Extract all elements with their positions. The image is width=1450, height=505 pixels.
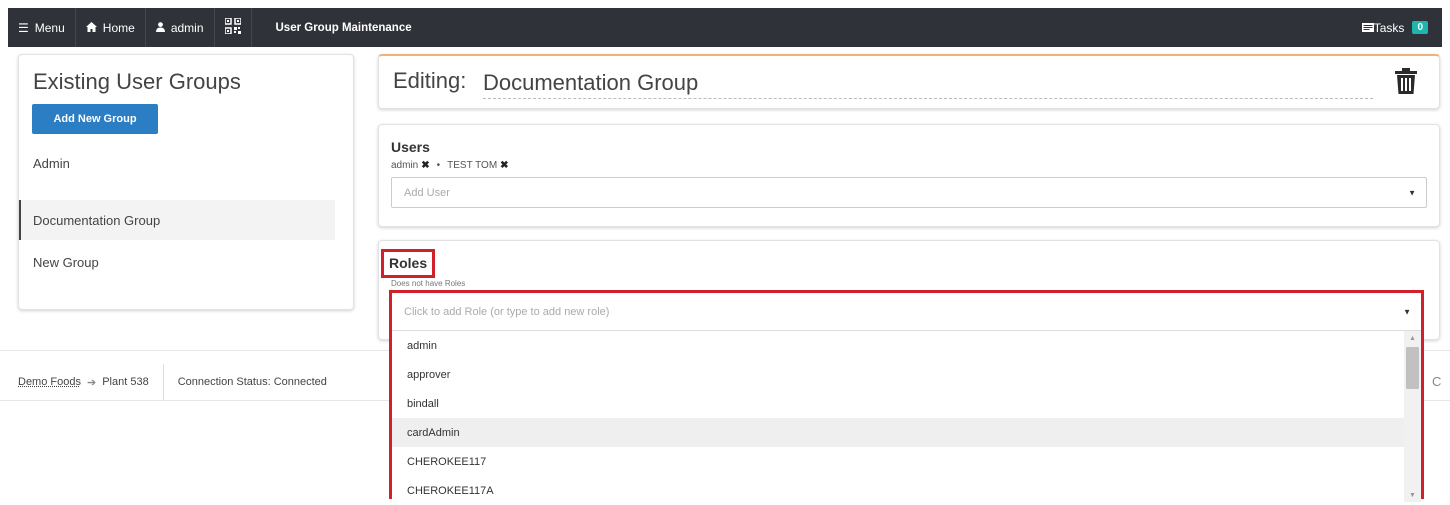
add-user-placeholder: Add User xyxy=(404,186,450,199)
user-tag-name: admin xyxy=(391,160,419,171)
roles-placeholder: Click to add Role (or type to add new ro… xyxy=(404,305,610,318)
remove-user-icon[interactable]: ✖ xyxy=(500,160,508,171)
user-groups-title: Existing User Groups xyxy=(33,69,241,94)
remove-user-icon[interactable]: ✖ xyxy=(421,160,429,171)
role-option[interactable]: CHEROKEE117 xyxy=(392,447,1404,476)
home-link[interactable]: Home xyxy=(76,8,146,47)
roles-subtitle: Does not have Roles xyxy=(391,279,466,288)
user-label: admin xyxy=(170,20,204,35)
roles-option-list: admin approver bindall cardAdmin CHEROKE… xyxy=(392,331,1404,505)
users-panel: Users admin ✖ • TEST TOM ✖ Add User ▼ xyxy=(378,124,1440,227)
top-navbar: ☰ Menu Home admin User Group Maintenance… xyxy=(8,8,1442,47)
role-option[interactable]: approver xyxy=(392,360,1404,389)
user-groups-panel: Existing User Groups Add New Group Admin… xyxy=(18,54,354,310)
qr-code-button[interactable] xyxy=(215,8,252,47)
roles-scrollbar[interactable]: ▲ ▼ xyxy=(1404,331,1421,502)
qr-code-icon xyxy=(223,17,242,37)
connection-status: Connection Status: Connected xyxy=(177,376,327,388)
editing-panel: Editing: Documentation Group xyxy=(378,54,1440,109)
chevron-down-icon: ▼ xyxy=(1408,188,1416,197)
arrow-right-icon: ➔ xyxy=(86,376,97,389)
status-footer: Demo Foods ➔ Plant 538 Connection Status… xyxy=(18,364,327,400)
role-option[interactable]: CHEROKEE117A xyxy=(392,476,1404,505)
user-icon xyxy=(155,21,165,35)
tasks-count-badge: 0 xyxy=(1412,21,1428,34)
users-list: admin ✖ • TEST TOM ✖ xyxy=(391,160,509,171)
plant-label: Plant 538 xyxy=(102,376,149,388)
group-item-new-group[interactable]: New Group xyxy=(19,242,335,282)
roles-select-input[interactable]: Click to add Role (or type to add new ro… xyxy=(392,293,1421,331)
footer-truncated-text: C xyxy=(1432,374,1442,389)
home-label: Home xyxy=(102,20,135,35)
tasks-icon xyxy=(1361,21,1374,35)
roles-title-highlight: Roles xyxy=(381,249,436,278)
scroll-up-icon[interactable]: ▲ xyxy=(1404,331,1421,345)
users-title: Users xyxy=(391,139,430,155)
scroll-down-icon[interactable]: ▼ xyxy=(1404,488,1421,502)
menu-button[interactable]: ☰ Menu xyxy=(8,8,76,47)
hamburger-icon: ☰ xyxy=(18,20,29,35)
user-tag-name: TEST TOM xyxy=(447,160,498,171)
roles-dropdown[interactable]: Click to add Role (or type to add new ro… xyxy=(389,290,1424,502)
add-new-group-button[interactable]: Add New Group xyxy=(32,104,158,134)
tasks-button[interactable]: Tasks 0 xyxy=(1361,20,1442,35)
roles-title: Roles xyxy=(389,255,428,271)
add-user-select[interactable]: Add User ▼ xyxy=(391,177,1427,208)
group-item-admin[interactable]: Admin xyxy=(19,143,335,183)
editing-label: Editing: xyxy=(393,68,467,93)
role-option-highlighted[interactable]: cardAdmin xyxy=(392,418,1404,447)
group-name-field[interactable]: Documentation Group xyxy=(483,70,1373,99)
group-item-documentation-group[interactable]: Documentation Group xyxy=(19,200,335,240)
tasks-label: Tasks xyxy=(1373,20,1405,35)
role-option[interactable]: admin xyxy=(392,331,1404,360)
page-title: User Group Maintenance xyxy=(275,21,412,34)
home-icon xyxy=(85,21,97,35)
delete-group-button[interactable] xyxy=(1395,68,1417,94)
trash-icon xyxy=(1395,68,1417,94)
scrollbar-thumb[interactable] xyxy=(1406,347,1419,389)
role-option[interactable]: bindall xyxy=(392,389,1404,418)
org-link[interactable]: Demo Foods xyxy=(18,376,81,388)
chevron-down-icon: ▼ xyxy=(1403,307,1411,316)
user-menu[interactable]: admin xyxy=(146,8,215,47)
menu-label: Menu xyxy=(34,20,65,35)
